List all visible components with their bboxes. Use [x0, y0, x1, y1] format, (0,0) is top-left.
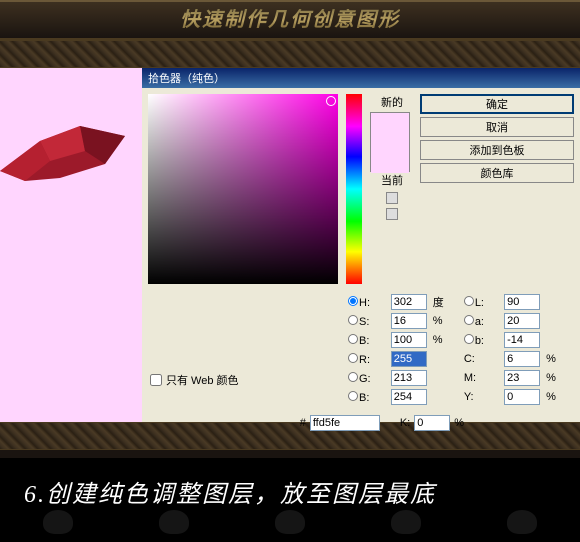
current-label: 当前	[370, 172, 414, 188]
radio-s[interactable]	[348, 315, 358, 325]
k-input[interactable]	[414, 415, 450, 431]
brgb-input[interactable]	[391, 389, 427, 405]
hex-input[interactable]	[310, 415, 380, 431]
add-swatch-button[interactable]: 添加到色板	[420, 140, 574, 160]
page-title: 快速制作几何创意图形	[180, 9, 400, 31]
cancel-button[interactable]: 取消	[420, 117, 574, 137]
watermark-icon	[159, 510, 189, 534]
color-picker-dialog: 拾色器（纯色） 新的 当前	[142, 68, 580, 422]
y-label: Y:	[464, 391, 500, 403]
radio-brgb[interactable]	[348, 391, 358, 401]
preview-current	[371, 143, 409, 173]
radio-g[interactable]	[348, 372, 358, 382]
r-input[interactable]	[391, 351, 427, 367]
footer: 6.创建纯色调整图层，放至图层最底	[0, 458, 580, 542]
h-input[interactable]	[391, 294, 427, 310]
texture-top	[0, 40, 580, 68]
a-input[interactable]	[504, 313, 540, 329]
c-input[interactable]	[504, 351, 540, 367]
canvas-preview	[0, 68, 142, 422]
radio-h[interactable]	[348, 296, 358, 306]
color-preview	[370, 112, 410, 172]
c-label: C:	[464, 353, 500, 365]
s-unit: %	[433, 315, 460, 327]
blab-input[interactable]	[504, 332, 540, 348]
ok-button[interactable]: 确定	[420, 94, 574, 114]
y-input[interactable]	[504, 389, 540, 405]
radio-l[interactable]	[464, 296, 474, 306]
watermark-icon	[507, 510, 537, 534]
b-unit: %	[433, 334, 460, 346]
radio-bhsb[interactable]	[348, 334, 358, 344]
web-only-label: 只有 Web 颜色	[166, 372, 239, 388]
radio-r[interactable]	[348, 353, 358, 363]
watermark-icon	[43, 510, 73, 534]
preview-new	[371, 113, 409, 143]
radio-blab[interactable]	[464, 334, 474, 344]
color-field[interactable]	[148, 94, 338, 284]
k-label: K:	[400, 417, 410, 429]
radio-a[interactable]	[464, 315, 474, 325]
g-input[interactable]	[391, 370, 427, 386]
new-label: 新的	[370, 94, 414, 110]
s-input[interactable]	[391, 313, 427, 329]
web-only-checkbox[interactable]	[150, 374, 162, 386]
watermark-icon	[275, 510, 305, 534]
main-area: 拾色器（纯色） 新的 当前	[0, 68, 580, 422]
websafe-icon[interactable]	[386, 208, 398, 220]
watermark-icon	[391, 510, 421, 534]
h-unit: 度	[433, 294, 460, 310]
bhsb-input[interactable]	[391, 332, 427, 348]
gamut-warning-icon[interactable]	[386, 192, 398, 204]
m-label: M:	[464, 372, 500, 384]
header-bar: 快速制作几何创意图形	[0, 0, 580, 40]
dialog-title: 拾色器（纯色）	[148, 73, 225, 85]
hue-slider[interactable]	[346, 94, 362, 284]
hex-prefix: #	[300, 417, 306, 429]
color-cursor	[326, 96, 336, 106]
dialog-titlebar[interactable]: 拾色器（纯色）	[142, 68, 580, 88]
watermarks	[0, 510, 580, 534]
l-input[interactable]	[504, 294, 540, 310]
m-input[interactable]	[504, 370, 540, 386]
color-lib-button[interactable]: 颜色库	[420, 163, 574, 183]
geometric-shape	[0, 116, 130, 186]
